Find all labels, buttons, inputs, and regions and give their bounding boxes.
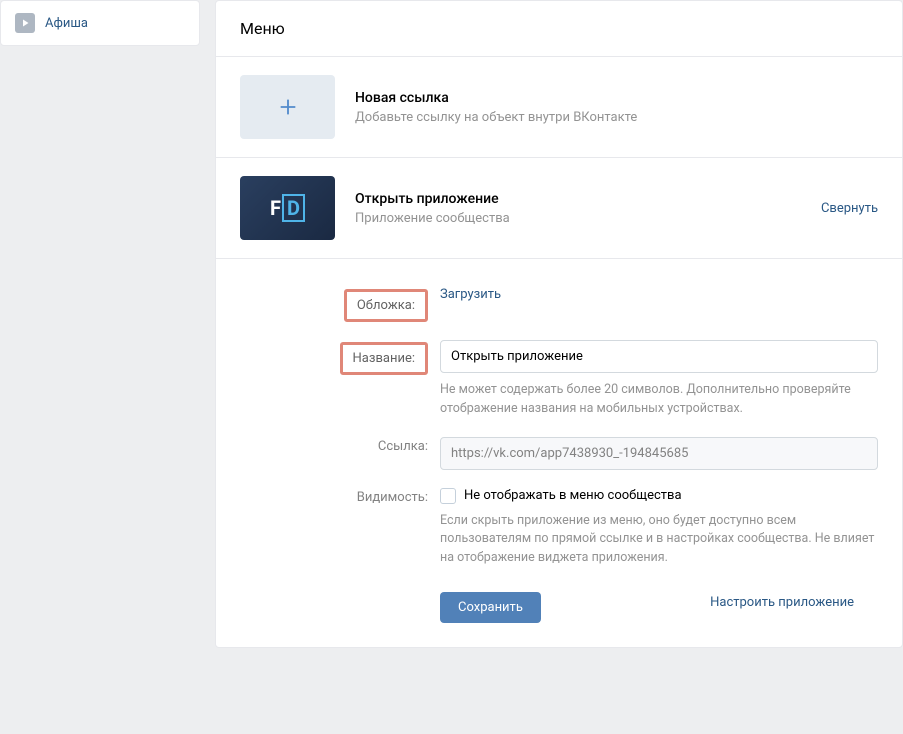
cover-label: Обложка: — [344, 289, 428, 322]
play-icon — [15, 13, 35, 33]
upload-cover-link[interactable]: Загрузить — [440, 287, 501, 302]
name-label: Название: — [340, 342, 429, 375]
sidebar: Афиша — [0, 0, 200, 46]
form: Обложка: Загрузить Название: Не может со… — [216, 259, 902, 647]
name-help: Не может содержать более 20 символов. До… — [440, 381, 878, 419]
configure-app-link[interactable]: Настроить приложение — [710, 595, 878, 610]
new-link-title: Новая ссылка — [355, 90, 878, 106]
cover-row: Обложка: Загрузить — [240, 283, 878, 322]
save-button[interactable]: Сохранить — [440, 592, 541, 623]
app-card-body: Открыть приложение Приложение сообщества — [355, 191, 801, 226]
plus-icon — [240, 75, 335, 139]
app-thumbnail: FD — [240, 176, 335, 240]
visibility-row: Видимость: Не отображать в меню сообщест… — [240, 484, 878, 568]
link-label: Ссылка: — [378, 439, 428, 454]
collapse-link[interactable]: Свернуть — [821, 201, 878, 216]
visibility-label: Видимость: — [357, 490, 428, 505]
new-link-card[interactable]: Новая ссылка Добавьте ссылку на объект в… — [216, 57, 902, 158]
app-card-subtitle: Приложение сообщества — [355, 211, 801, 226]
app-card-title: Открыть приложение — [355, 191, 801, 207]
name-input[interactable] — [440, 340, 878, 373]
page-title: Меню — [216, 1, 902, 57]
visibility-help: Если скрыть приложение из меню, оно буде… — [440, 512, 878, 568]
new-link-body: Новая ссылка Добавьте ссылку на объект в… — [355, 90, 878, 125]
app-card: FD Открыть приложение Приложение сообщес… — [216, 158, 902, 259]
sidebar-item-label: Афиша — [45, 16, 88, 31]
link-input[interactable] — [440, 437, 878, 470]
link-row: Ссылка: — [240, 433, 878, 470]
new-link-subtitle: Добавьте ссылку на объект внутри ВКонтак… — [355, 110, 878, 125]
sidebar-item-afisha[interactable]: Афиша — [1, 7, 199, 39]
visibility-checkbox-label[interactable]: Не отображать в меню сообщества — [464, 488, 682, 503]
main-panel: Меню Новая ссылка Добавьте ссылку на объ… — [215, 0, 903, 648]
visibility-checkbox[interactable] — [440, 488, 456, 504]
name-row: Название: Не может содержать более 20 си… — [240, 336, 878, 419]
